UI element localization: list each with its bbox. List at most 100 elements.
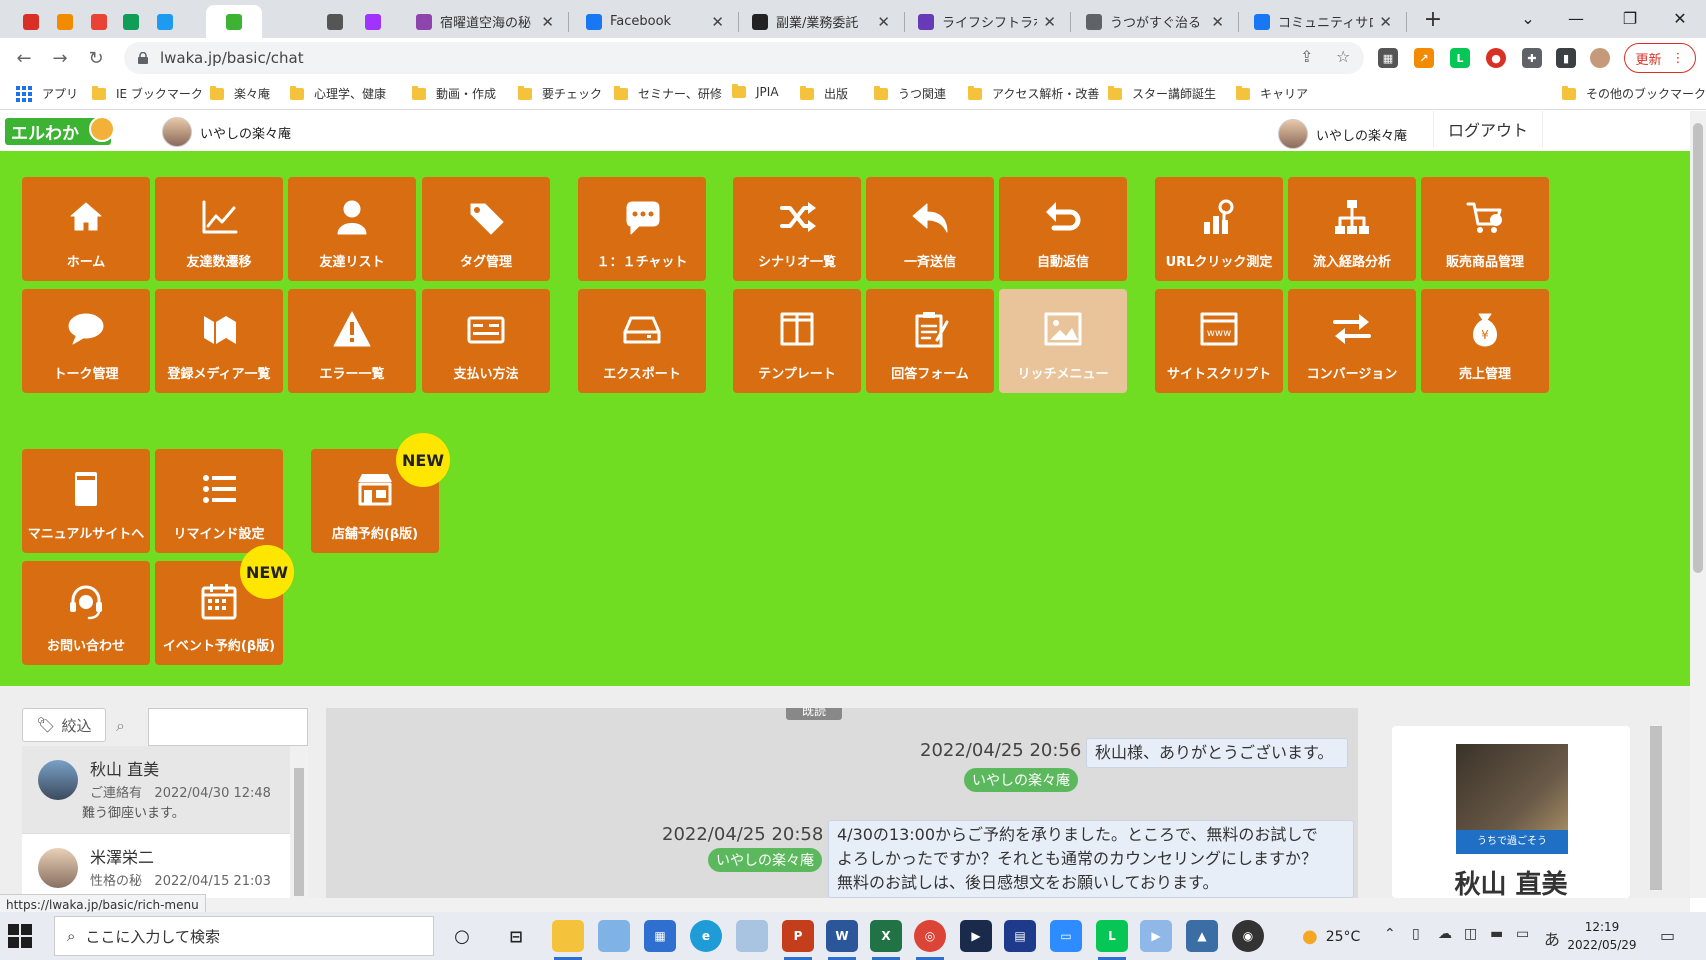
close-tab-icon[interactable]: ✕ (1211, 13, 1224, 31)
menu-tile[interactable]: 登録メディア一覧 (155, 289, 283, 393)
bookmark-star-icon[interactable]: ☆ (1336, 47, 1350, 66)
photos-icon[interactable]: ▲ (1186, 920, 1218, 952)
bookmark-folder[interactable]: 要チェック (518, 85, 602, 102)
menu-tile[interactable]: シナリオ一覧 (733, 177, 861, 281)
extension-line-icon[interactable]: L (1450, 48, 1470, 68)
bookmark-folder[interactable]: 出版 (800, 85, 848, 102)
menu-tile[interactable]: １：１チャット (578, 177, 706, 281)
friend-search-input[interactable] (148, 708, 308, 746)
bookmark-folder[interactable]: うつ関連 (874, 85, 946, 102)
back-button[interactable]: ← (12, 46, 36, 70)
filter-button[interactable]: 🏷 絞込 (22, 708, 106, 742)
logout-button[interactable]: ログアウト (1433, 111, 1543, 147)
new-tab-button[interactable]: + (1420, 5, 1446, 33)
windows-start-icon[interactable] (8, 924, 32, 948)
bookmark-folder[interactable]: アクセス解析・改善 (968, 85, 1099, 102)
menu-tile[interactable]: www サイトスクリプト (1155, 289, 1283, 393)
close-window-button[interactable]: ✕ (1656, 0, 1704, 36)
browser-tab[interactable] (322, 5, 348, 38)
powerpoint-icon[interactable]: P (782, 920, 814, 960)
menu-tile[interactable]: コンバージョン (1288, 289, 1416, 393)
friend-item[interactable]: 秋山 直美 ご連絡有 2022/04/30 12:48 難う御座います。 (22, 746, 290, 834)
reload-button[interactable]: ↻ (84, 46, 108, 70)
bookmark-folder[interactable]: IE ブックマーク (92, 85, 203, 102)
menu-tile[interactable]: お問い合わせ (22, 561, 150, 665)
bookmark-folder[interactable]: キャリア (1236, 85, 1308, 102)
menu-tile[interactable]: 一斉送信 (866, 177, 994, 281)
browser-tab[interactable]: 副業/業務委託 ✕ (744, 5, 898, 38)
message-scrollbar[interactable] (1358, 708, 1372, 898)
close-tab-icon[interactable]: ✕ (541, 13, 554, 31)
battery-icon[interactable]: ▬ (1490, 926, 1503, 942)
close-tab-icon[interactable]: ✕ (711, 13, 724, 31)
cortana-icon[interactable]: ○ (446, 920, 478, 952)
browser-tab[interactable] (86, 5, 112, 38)
update-button[interactable]: 更新 ⋮ (1624, 43, 1696, 73)
bookmark-folder[interactable]: セミナー、研修 (614, 85, 722, 102)
browser-tab[interactable] (52, 5, 78, 38)
side-panel-icon[interactable]: ▮ (1556, 48, 1576, 68)
notification-icon[interactable]: ▭ (1660, 926, 1675, 945)
menu-tile[interactable]: 支払い方法 (422, 289, 550, 393)
menu-tile[interactable]: マニュアルサイトへ (22, 449, 150, 553)
browser-tab[interactable] (18, 5, 44, 38)
extension-red-icon[interactable]: ● (1486, 48, 1506, 68)
tray-app-icon[interactable]: ▯ (1412, 926, 1420, 942)
menu-tile[interactable]: 友達リスト (288, 177, 416, 281)
close-tab-icon[interactable]: ✕ (1043, 13, 1056, 31)
menu-tile[interactable]: URLクリック測定 (1155, 177, 1283, 281)
app-icon[interactable] (598, 920, 630, 952)
bookmark-other[interactable]: その他のブックマーク (1562, 85, 1706, 102)
menu-tile[interactable]: 自動返信 (999, 177, 1127, 281)
task-view-icon[interactable]: ⊟ (500, 920, 532, 952)
ime-indicator[interactable]: あ (1544, 926, 1560, 950)
browser-tab[interactable] (118, 5, 144, 38)
file-explorer-icon[interactable] (552, 920, 584, 960)
bookmark-folder[interactable]: JPIA (732, 84, 779, 99)
store-icon[interactable]: ▦ (644, 920, 676, 952)
menu-tile[interactable]: テンプレート (733, 289, 861, 393)
profile-avatar[interactable] (1590, 48, 1610, 68)
friend-item[interactable]: 米澤栄二 性格の秘 2022/04/15 21:03 (22, 834, 290, 898)
browser-tab[interactable]: コミュニティサロン ✕ (1246, 5, 1400, 38)
extension-analytics-icon[interactable]: ↗ (1414, 48, 1434, 68)
browser-tab[interactable] (206, 5, 262, 38)
friend-list-scrollbar[interactable] (290, 746, 308, 898)
onedrive-icon[interactable]: ☁ (1438, 926, 1452, 942)
account-right[interactable]: いやしの楽々庵 (1278, 119, 1407, 149)
bookmark-folder[interactable]: 楽々庵 (210, 85, 270, 102)
address-bar[interactable]: lwaka.jp/basic/chat (124, 42, 1364, 74)
menu-tile[interactable]: エクスポート (578, 289, 706, 393)
zoom-icon[interactable]: ▭ (1050, 920, 1082, 952)
line-icon[interactable]: L (1096, 920, 1128, 960)
menu-tile[interactable]: ¥ 売上管理 (1421, 289, 1549, 393)
restore-button[interactable]: ❐ (1606, 0, 1654, 36)
menu-tile[interactable]: 流入経路分析 (1288, 177, 1416, 281)
forward-button[interactable]: → (48, 46, 72, 70)
minimize-button[interactable]: — (1552, 0, 1600, 36)
extensions-puzzle-icon[interactable]: ✚ (1522, 48, 1542, 68)
weather-widget[interactable]: ● 25°C (1302, 926, 1360, 947)
browser-tab[interactable] (360, 5, 386, 38)
network-icon[interactable]: ▭ (1516, 926, 1529, 942)
menu-tile[interactable]: リマインド設定 (155, 449, 283, 553)
obs-icon[interactable]: ◉ (1232, 920, 1264, 952)
share-icon[interactable]: ⇪ (1300, 47, 1313, 66)
menu-tile[interactable]: 友達数遷移 (155, 177, 283, 281)
close-tab-icon[interactable]: ✕ (877, 13, 890, 31)
taskbar-clock[interactable]: 12:19 2022/05/29 (1562, 918, 1642, 954)
tray-chevron-icon[interactable]: ⌃ (1384, 926, 1396, 942)
edge-icon[interactable]: e (690, 920, 722, 952)
menu-tile[interactable]: リッチメニュー (999, 289, 1127, 393)
browser-tab[interactable]: 宿曜道空海の秘 ✕ (408, 5, 562, 38)
menu-tile[interactable]: エラー一覧 (288, 289, 416, 393)
menu-tile[interactable]: 回答フォーム (866, 289, 994, 393)
excel-icon[interactable]: X (870, 920, 902, 960)
elwaka-logo[interactable]: エルわか (5, 116, 115, 145)
close-tab-icon[interactable]: ✕ (1379, 13, 1392, 31)
chrome-icon[interactable]: ◎ (914, 920, 946, 960)
bookmark-folder[interactable]: 心理学、健康 (290, 85, 386, 102)
bookmark-folder[interactable]: 動画・作成 (412, 85, 496, 102)
profile-scrollbar[interactable] (1648, 708, 1664, 898)
paint-icon[interactable] (736, 920, 768, 952)
